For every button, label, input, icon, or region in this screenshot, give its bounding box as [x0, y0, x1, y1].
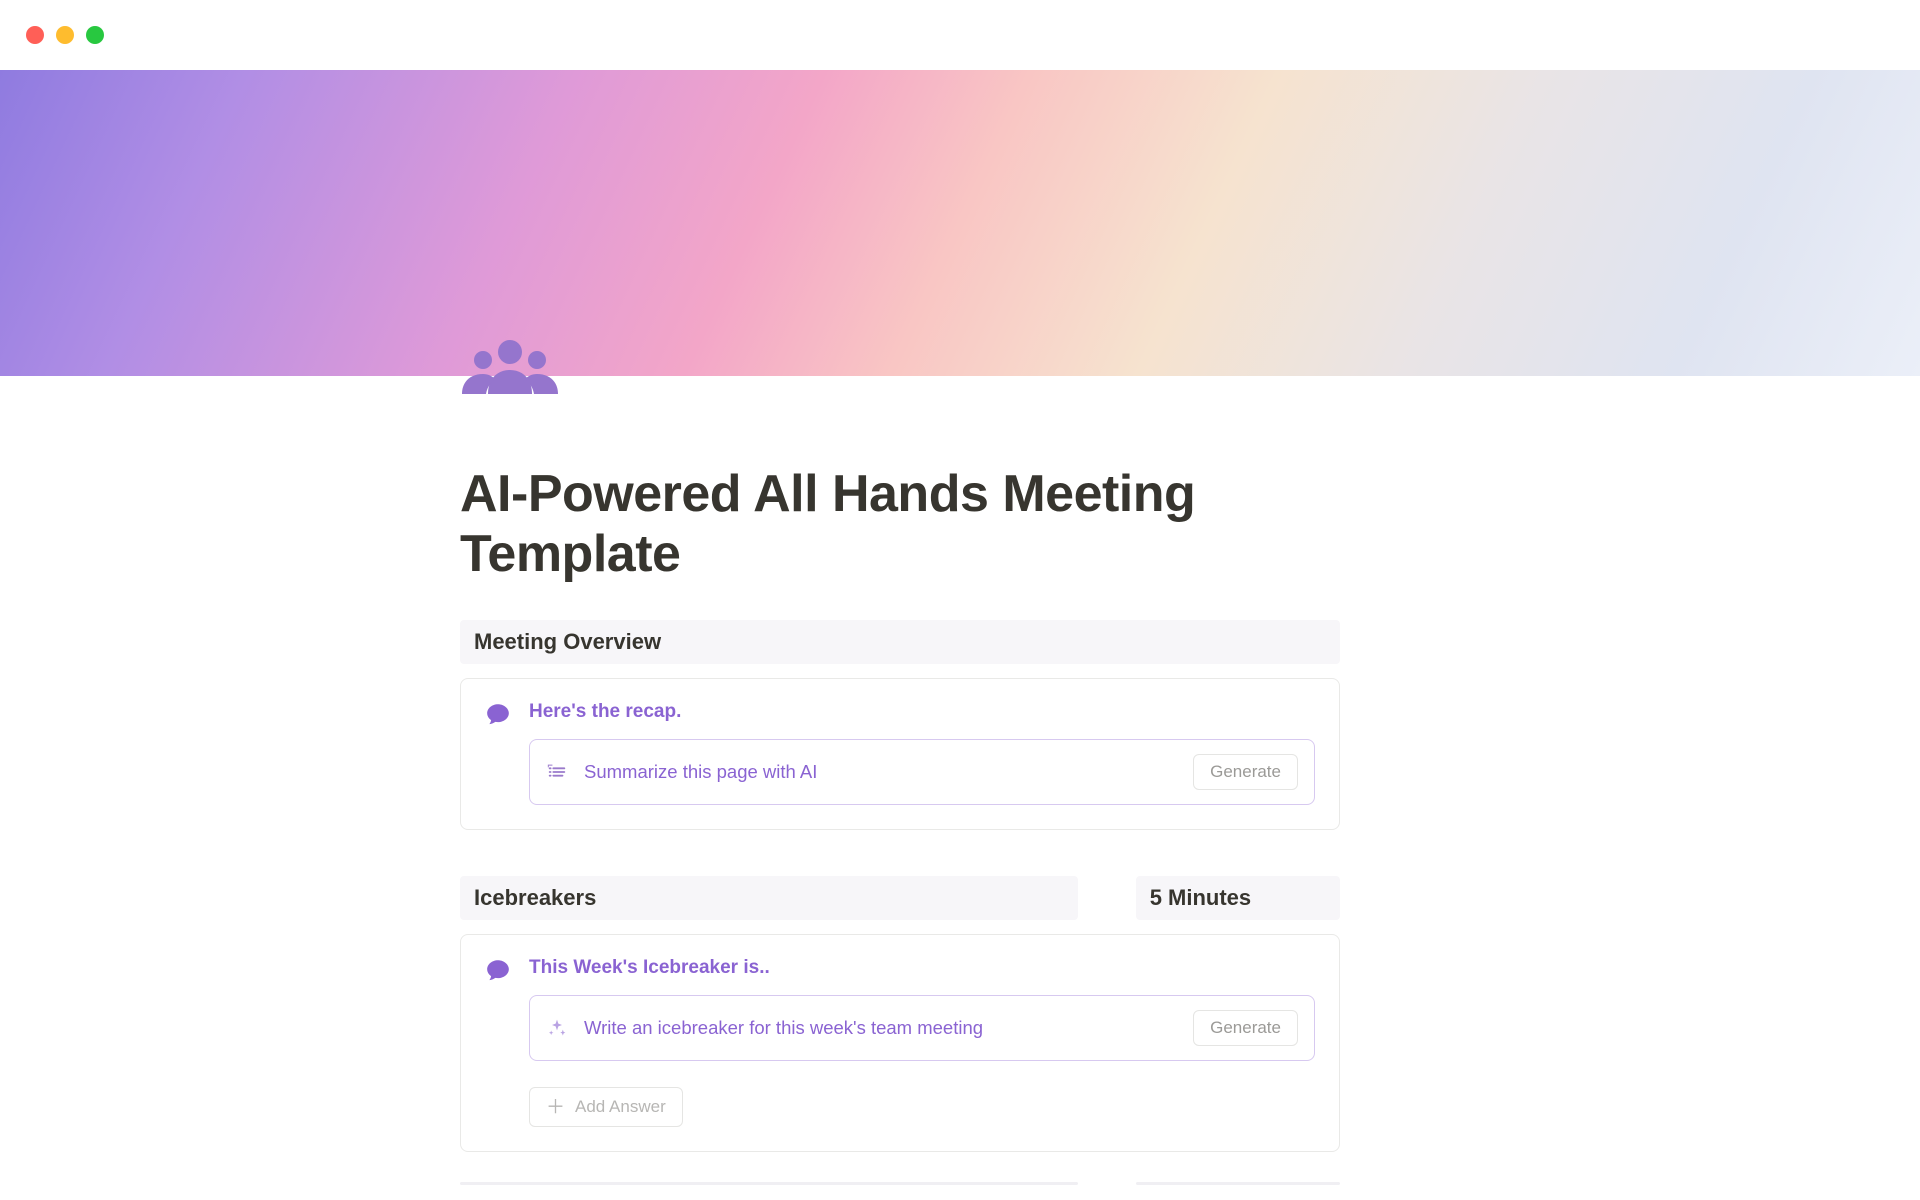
- page-icon-people[interactable]: [460, 338, 560, 410]
- add-answer-label: Add Answer: [575, 1097, 666, 1117]
- window-titlebar: [0, 0, 1920, 70]
- section-header-icebreakers[interactable]: Icebreakers: [460, 876, 1078, 920]
- page-content: AI-Powered All Hands Meeting Template Me…: [460, 376, 1340, 1185]
- sparkle-icon: [546, 1018, 568, 1038]
- add-answer-button[interactable]: ＋ Add Answer: [529, 1087, 683, 1127]
- window-zoom-button[interactable]: [86, 26, 104, 44]
- ai-prompt-text: Summarize this page with AI: [584, 761, 1177, 783]
- section-header-placeholder[interactable]: [460, 1182, 1078, 1185]
- summarize-icon: [546, 761, 568, 783]
- ai-block-summarize[interactable]: Summarize this page with AI Generate: [529, 739, 1315, 805]
- section-header-icebreakers-duration[interactable]: 5 Minutes: [1136, 876, 1340, 920]
- callout-overview[interactable]: Here's the recap. Summarize this page wi…: [460, 678, 1340, 830]
- generate-button[interactable]: Generate: [1193, 1010, 1298, 1046]
- callout-title-overview[interactable]: Here's the recap.: [529, 701, 1315, 723]
- ai-block-icebreaker[interactable]: Write an icebreaker for this week's team…: [529, 995, 1315, 1061]
- speech-bubble-icon: [485, 701, 511, 805]
- plus-icon: ＋: [546, 1098, 565, 1117]
- window-close-button[interactable]: [26, 26, 44, 44]
- page-title[interactable]: AI-Powered All Hands Meeting Template: [460, 464, 1340, 584]
- section-row-placeholder: [460, 1182, 1340, 1185]
- section-header-overview[interactable]: Meeting Overview: [460, 620, 1340, 664]
- window-minimize-button[interactable]: [56, 26, 74, 44]
- ai-prompt-text: Write an icebreaker for this week's team…: [584, 1017, 1177, 1039]
- callout-icebreakers[interactable]: This Week's Icebreaker is.. Write an ice…: [460, 934, 1340, 1152]
- page-cover[interactable]: [0, 70, 1920, 376]
- callout-title-icebreakers[interactable]: This Week's Icebreaker is..: [529, 957, 1315, 979]
- speech-bubble-icon: [485, 957, 511, 1127]
- section-header-placeholder[interactable]: [1136, 1182, 1340, 1185]
- generate-button[interactable]: Generate: [1193, 754, 1298, 790]
